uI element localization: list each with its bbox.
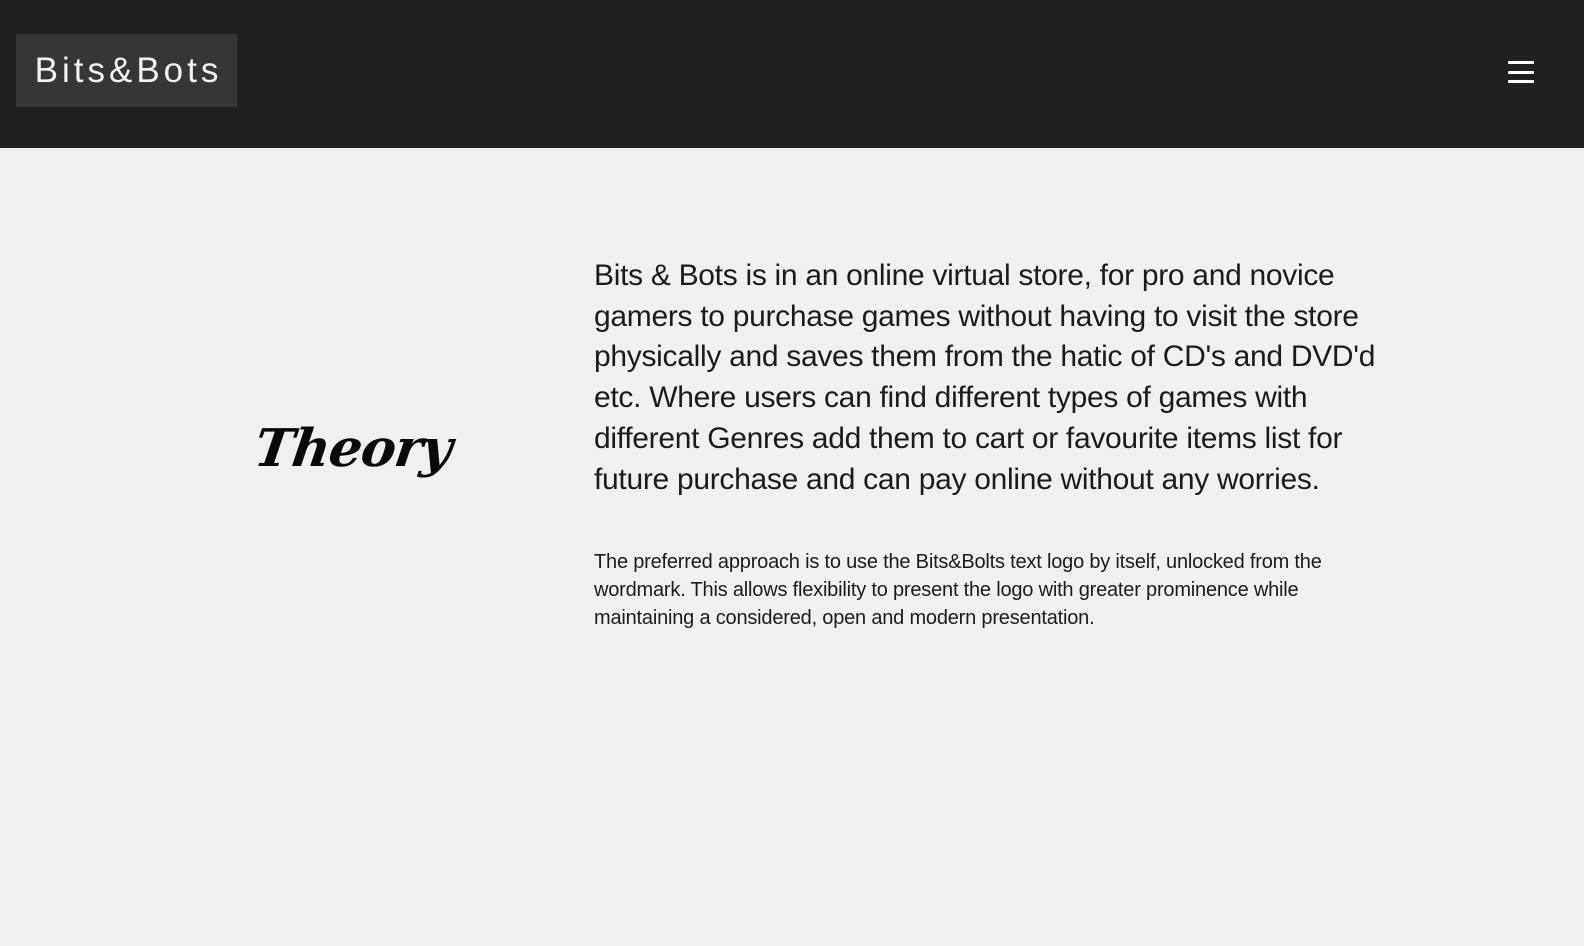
menu-bar-line: [1508, 61, 1534, 64]
section-content: Bits & Bots is in an online virtual stor…: [594, 256, 1384, 632]
menu-bar-line: [1508, 80, 1534, 83]
hamburger-menu-icon[interactable]: [1506, 56, 1536, 88]
page: Bits&Bots Theory Bits & Bots is in an on…: [0, 0, 1584, 946]
navbar: Bits&Bots: [0, 0, 1584, 148]
site-logo-text: Bits&Bots: [34, 50, 223, 90]
section-heading: Theory: [250, 418, 456, 479]
lead-paragraph: Bits & Bots is in an online virtual stor…: [594, 259, 1376, 496]
site-logo-link[interactable]: Bits&Bots: [16, 34, 237, 107]
body-paragraph: The preferred approach is to use the Bit…: [594, 551, 1322, 630]
menu-bar-line: [1508, 70, 1534, 74]
